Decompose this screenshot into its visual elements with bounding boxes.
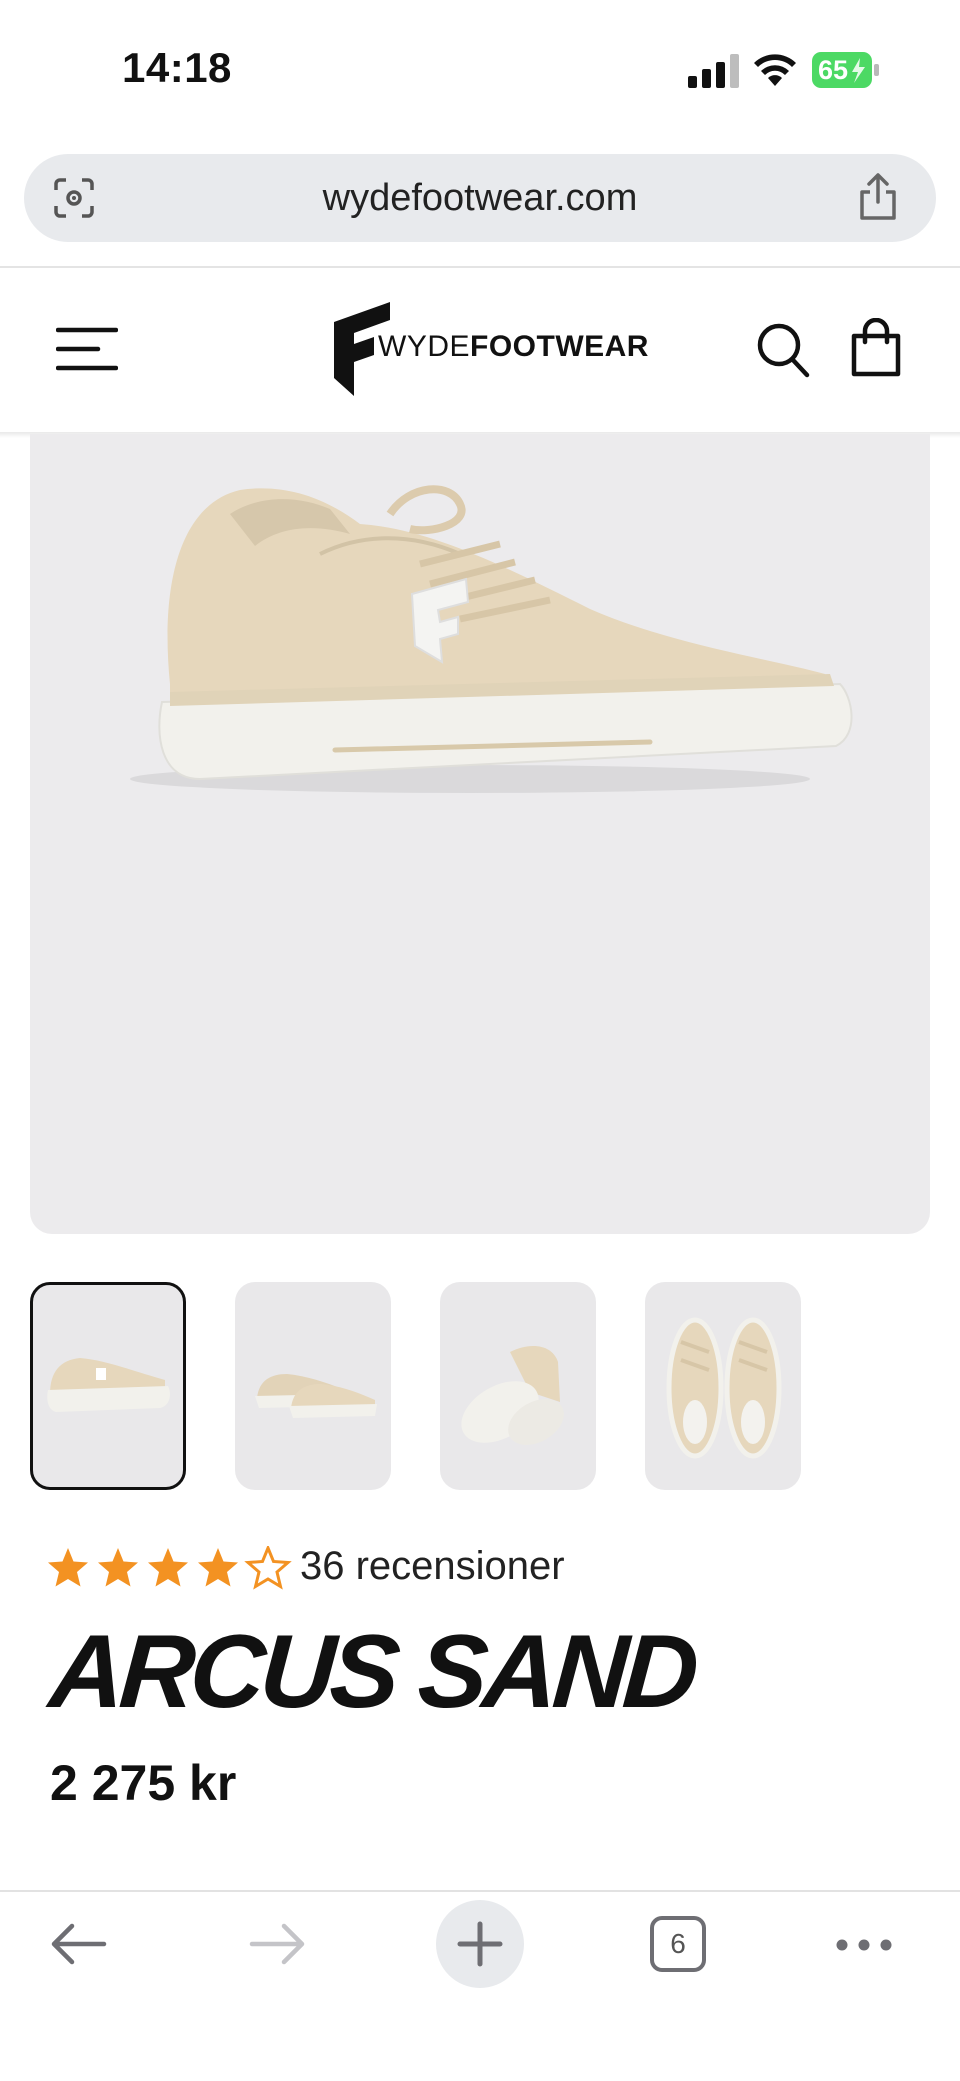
product-price: 2 275 kr [50, 1755, 237, 1811]
star-icon [148, 1548, 188, 1587]
divider [0, 266, 960, 268]
more-icon[interactable] [834, 1930, 894, 1960]
thumbnail-sneaker-soles [461, 1346, 564, 1445]
rating-stars [48, 1546, 290, 1588]
toolbar-divider [0, 1890, 960, 1892]
new-tab-button[interactable] [436, 1900, 524, 1988]
thumbnail-sneaker-side [47, 1358, 170, 1412]
product-title: ARCUS SAND [45, 1614, 698, 1730]
plus-icon [457, 1921, 503, 1967]
battery-indicator: 65 [812, 52, 882, 88]
star-icon [48, 1548, 88, 1587]
review-count-link[interactable]: 36 recensioner [300, 1544, 565, 1589]
lens-icon[interactable] [52, 176, 96, 220]
battery-level: 65 [818, 55, 849, 85]
cellular-signal-icon [688, 54, 739, 88]
logo-prefix: WYDE [378, 330, 470, 363]
thumbnail-3[interactable] [440, 1282, 596, 1490]
share-icon[interactable] [856, 172, 900, 222]
forward-icon[interactable] [248, 1922, 308, 1966]
status-time: 14:18 [122, 44, 232, 91]
menu-icon[interactable] [56, 326, 118, 372]
star-half-icon [246, 1546, 290, 1588]
thumbnail-sneaker-top [666, 1317, 782, 1459]
tab-switcher-button[interactable]: 6 [650, 1916, 706, 1972]
bag-icon[interactable] [850, 318, 902, 378]
address-bar[interactable]: wydefootwear.com [24, 154, 936, 242]
url-text[interactable]: wydefootwear.com [24, 154, 936, 242]
thumbnail-1[interactable] [30, 1282, 186, 1490]
back-icon[interactable] [48, 1922, 108, 1966]
wifi-icon [754, 54, 796, 86]
search-icon[interactable] [756, 322, 810, 378]
sneaker-side-illustration [130, 485, 853, 793]
product-main-image[interactable] [30, 434, 930, 1234]
star-icon [98, 1548, 138, 1587]
thumbnail-2[interactable] [235, 1282, 391, 1490]
thumbnail-sneaker-pair [255, 1374, 377, 1418]
logo-bold: FOOTWEAR [470, 330, 649, 363]
thumbnail-4[interactable] [645, 1282, 801, 1490]
site-logo-text[interactable]: WYDEFOOTWEAR [378, 330, 649, 364]
star-icon [198, 1548, 238, 1587]
